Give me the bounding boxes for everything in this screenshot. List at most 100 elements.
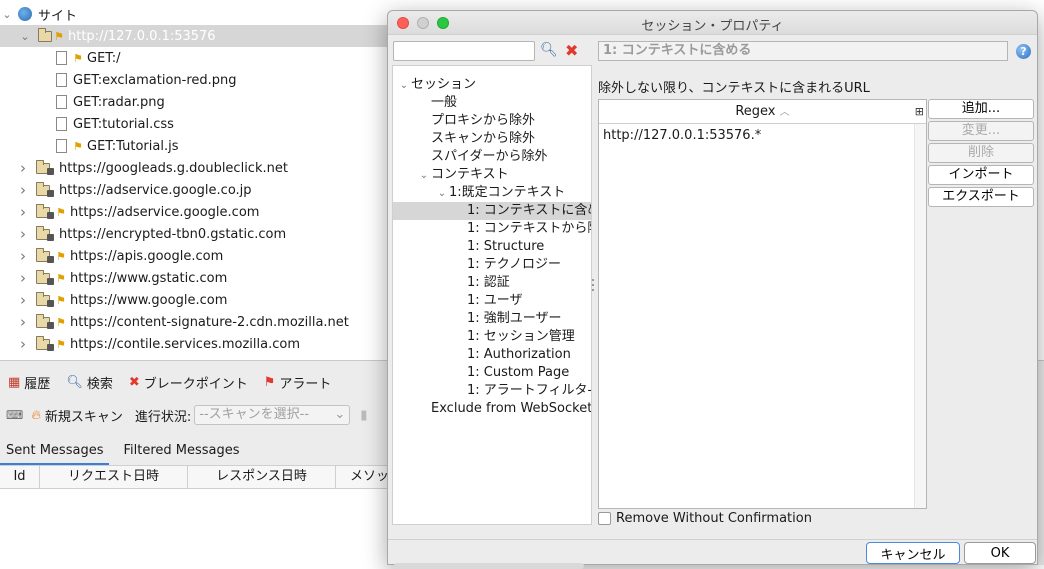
scan-select[interactable]: --スキャンを選択-- ⌄ — [194, 405, 351, 425]
tree-node[interactable]: スキャンから除外 — [393, 130, 591, 148]
chevron-right-icon[interactable]: › — [16, 203, 30, 221]
new-scan-button[interactable]: 新規スキャン — [45, 406, 123, 425]
tab-search[interactable]: 🔍︎ 検索 — [58, 373, 121, 392]
column-chooser-icon[interactable]: ⊞ — [915, 100, 924, 124]
host-label: http://127.0.0.1:53576 — [68, 28, 216, 44]
tree-node[interactable]: 1: テクノロジー — [393, 256, 591, 274]
chevron-right-icon[interactable]: › — [16, 159, 30, 177]
help-icon[interactable]: ? — [1016, 44, 1031, 59]
chevron-down-icon[interactable]: ⌄ — [417, 167, 431, 185]
keyboard-icon[interactable]: ⌨ — [6, 408, 23, 422]
regex-vertical-scrollbar[interactable] — [914, 124, 926, 508]
tree-node[interactable]: 1: Custom Page — [393, 364, 591, 382]
tree-node[interactable]: Exclude from WebSockets — [393, 400, 592, 418]
ok-button[interactable]: OK — [964, 542, 1036, 564]
tree-node[interactable]: プロキシから除外 — [393, 112, 591, 130]
column-header-request-time[interactable]: リクエスト日時 — [40, 466, 188, 488]
session-properties-dialog: セッション・プロパティ 🔍︎ ✖ ⌄ セッション 一般 プロキシから除外 スキャンから除… — [387, 10, 1038, 569]
tree-node[interactable]: 1: コンテキストに含め — [393, 202, 591, 220]
tree-node[interactable]: 1: セッション管理 — [393, 328, 591, 346]
tree-node[interactable]: 一般 — [393, 94, 591, 112]
lock-icon — [47, 299, 54, 307]
tree-node[interactable]: 1: コンテキストから除 — [393, 220, 592, 238]
pause-icon[interactable]: ▮ — [360, 408, 367, 423]
tab-label: 検索 — [86, 376, 113, 392]
chevron-down-icon[interactable]: ⌄ — [18, 30, 32, 43]
dialog-titlebar: セッション・プロパティ — [388, 11, 1037, 35]
chevron-right-icon[interactable]: › — [16, 291, 30, 309]
modify-button[interactable]: 変更... — [928, 121, 1034, 141]
regex-button-column: 追加... 変更... 削除 インポート エクスポート — [928, 99, 1034, 209]
host-node-label: https://encrypted-tbn0.gstatic.com — [59, 226, 287, 242]
lock-icon — [47, 189, 54, 197]
tree-node[interactable]: 1: 認証 — [393, 274, 591, 292]
panel-title: 1: コンテキストに含める — [598, 41, 1008, 61]
chevron-right-icon[interactable]: › — [16, 335, 30, 353]
remove-button[interactable]: 削除 — [928, 143, 1034, 163]
clear-filter-icon[interactable]: ✖ — [565, 41, 578, 60]
regex-table[interactable]: Regex ︿ ⊞ http://127.0.0.1:53576.* — [598, 99, 927, 509]
tree-node[interactable]: 1: ユーザ — [393, 292, 591, 310]
add-button[interactable]: 追加... — [928, 99, 1034, 119]
tree-node-label: 1: アラートフィルタ- — [467, 383, 592, 398]
chevron-down-icon[interactable]: ⌄ — [435, 185, 449, 203]
tree-node-label: Exclude from WebSockets — [431, 401, 592, 416]
flag-icon: ⚑ — [54, 29, 64, 43]
host-node-label: https://contile.services.mozilla.com — [70, 336, 301, 352]
chevron-right-icon[interactable]: › — [16, 313, 30, 331]
regex-column-header[interactable]: Regex ︿ ⊞ — [599, 100, 926, 124]
search-icon[interactable]: 🔍︎ — [540, 42, 558, 58]
tree-node[interactable]: 1: 強制ユーザー — [393, 310, 591, 328]
remove-without-confirmation-row[interactable]: Remove Without Confirmation — [598, 511, 812, 526]
regex-header-label: Regex — [735, 104, 776, 119]
message-subtabs: Sent Messages Filtered Messages — [0, 437, 254, 465]
tree-node[interactable]: ⌄ 1:既定コンテキスト — [393, 184, 591, 203]
chevron-right-icon[interactable]: › — [16, 247, 30, 265]
flag-icon: ⚑ — [263, 374, 276, 390]
cancel-button[interactable]: キャンセル — [866, 542, 960, 564]
tree-node[interactable]: 1: Structure — [393, 238, 591, 256]
chevron-right-icon[interactable]: › — [16, 181, 30, 199]
tree-node[interactable]: ⌄ コンテキスト — [393, 166, 591, 185]
options-tree[interactable]: ⌄ セッション 一般 プロキシから除外 スキャンから除外 スパイダーから除外 ⌄ コンテキスト… — [392, 65, 592, 525]
tree-node-label: 1: 認証 — [467, 275, 510, 290]
regex-row[interactable]: http://127.0.0.1:53576.* — [603, 128, 761, 143]
lock-icon — [47, 255, 54, 263]
chevron-down-icon[interactable]: ⌄ — [397, 77, 411, 95]
bottom-tab-bar: ▦ 履歴 🔍︎ 検索 ✖ ブレークポイント ⚑ アラート — [0, 369, 339, 395]
tab-label: アラート — [279, 376, 332, 392]
tree-node-label: コンテキスト — [431, 167, 509, 182]
tab-alerts[interactable]: ⚑ アラート — [256, 373, 340, 392]
tree-node-label: 1: 強制ユーザー — [467, 311, 562, 326]
chevron-right-icon[interactable]: › — [16, 225, 30, 243]
subtab-sent-messages[interactable]: Sent Messages — [0, 437, 110, 465]
remove-without-confirmation-label: Remove Without Confirmation — [616, 511, 812, 526]
tree-node[interactable]: ⌄ セッション — [393, 76, 591, 95]
sites-root-label: サイト — [38, 8, 78, 24]
subtab-filtered-messages[interactable]: Filtered Messages — [117, 437, 245, 465]
tree-node[interactable]: 1: アラートフィルタ- — [393, 382, 592, 400]
column-header-id[interactable]: Id — [0, 466, 40, 488]
lock-icon — [47, 167, 54, 175]
chevron-down-icon[interactable]: ⌄ — [0, 8, 14, 21]
tab-label: ブレークポイント — [143, 376, 248, 392]
host-node-label: https://apis.google.com — [70, 248, 224, 264]
tab-history[interactable]: ▦ 履歴 — [0, 373, 58, 392]
tab-breakpoints[interactable]: ✖ ブレークポイント — [121, 373, 256, 392]
column-header-response-time[interactable]: レスポンス日時 — [188, 466, 336, 488]
flag-icon: ⚑ — [56, 315, 66, 329]
tree-node[interactable]: 1: Authorization — [393, 346, 591, 364]
host-node-label: https://www.gstatic.com — [70, 270, 228, 286]
remove-without-confirmation-checkbox[interactable] — [598, 512, 611, 525]
tree-node[interactable]: スパイダーから除外 — [393, 148, 591, 166]
export-button[interactable]: エクスポート — [928, 187, 1034, 207]
tree-node-label: 1: コンテキストから除 — [467, 221, 592, 236]
host-node-label: https://www.google.com — [70, 292, 228, 308]
sort-ascending-icon: ︿ — [779, 107, 790, 118]
tree-node-label: 1: Structure — [467, 239, 545, 254]
chevron-down-icon: ⌄ — [334, 407, 346, 422]
import-button[interactable]: インポート — [928, 165, 1034, 185]
chevron-right-icon[interactable]: › — [16, 269, 30, 287]
document-icon — [56, 73, 67, 87]
tree-filter-input[interactable] — [393, 41, 535, 61]
